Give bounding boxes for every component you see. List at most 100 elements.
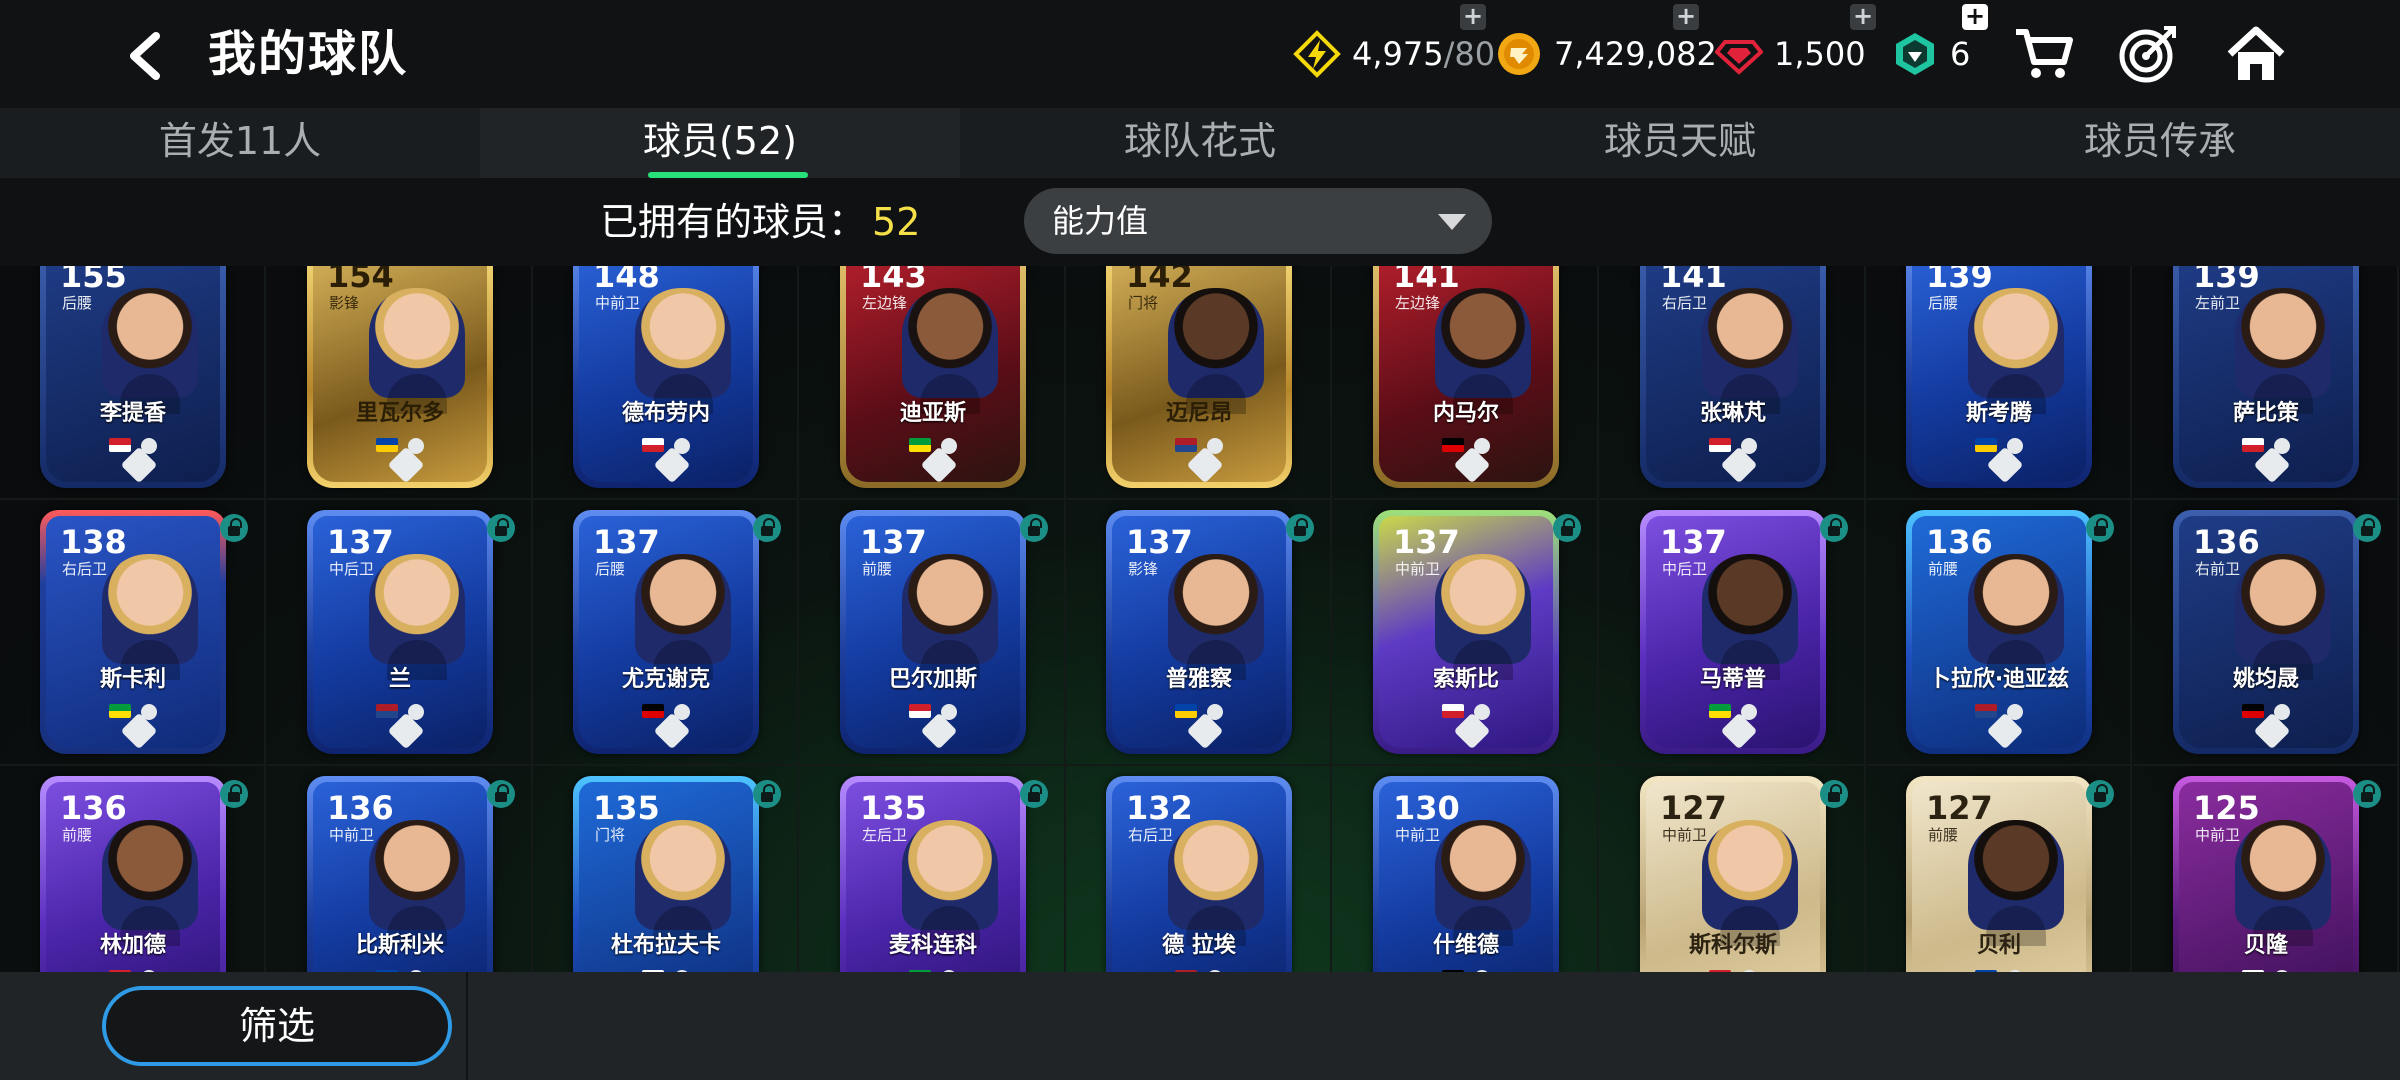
player-card[interactable]: 132 右后卫德 拉埃 <box>1106 776 1292 972</box>
player-card[interactable]: 142 门将 迈尼昂 <box>1106 266 1292 488</box>
player-card-cell[interactable]: 136 右前卫 姚均晟 <box>2133 500 2399 766</box>
nation-flag-icon <box>1442 438 1464 452</box>
player-card-cell[interactable]: 139 左前卫 萨比策 <box>2133 266 2399 500</box>
player-card-cell[interactable]: 130 中前卫 什维德 <box>1333 766 1599 972</box>
player-card-cell[interactable]: 155 后腰 李提香 <box>0 266 266 500</box>
player-card[interactable]: 139 后腰 斯考腾 <box>1906 266 2092 488</box>
player-rating: 143 <box>860 266 927 295</box>
add-tokens-button[interactable]: + <box>1962 4 1988 30</box>
player-rating: 137 <box>1126 523 1193 561</box>
nation-flag-icon <box>1709 704 1731 718</box>
player-card[interactable]: 136 右前卫 姚均晟 <box>2173 510 2359 754</box>
player-card[interactable]: 139 左前卫 萨比策 <box>2173 266 2359 488</box>
player-card[interactable]: 127 中前卫 斯科尔斯 <box>1640 776 1826 972</box>
nation-flag-icon <box>1442 704 1464 718</box>
player-card-cell[interactable]: 136 中前卫 比斯利米 <box>267 766 533 972</box>
player-card-cell[interactable]: 143 左边锋 迪亚斯 <box>800 266 1066 500</box>
lock-icon <box>220 514 248 542</box>
page-title: 我的球队 <box>208 26 409 82</box>
player-rating: 141 <box>1393 266 1460 295</box>
player-card[interactable]: 137 后腰 尤克谢克 <box>573 510 759 754</box>
player-card-cell[interactable]: 137 中后卫 马蒂普 <box>1600 500 1866 766</box>
card-background: 137 中后卫 马蒂普 <box>1646 516 1820 750</box>
player-card-cell[interactable]: 136 前腰 林加德 <box>0 766 266 972</box>
player-rating: 130 <box>1393 789 1460 827</box>
player-card-cell[interactable]: 137 中前卫 索斯比 <box>1333 500 1599 766</box>
player-name: 德布劳内 <box>621 401 710 426</box>
tab-team-tricks[interactable]: 球队花式 <box>960 108 1440 178</box>
tab-players[interactable]: 球员(52) <box>480 108 960 178</box>
tab-player-talents[interactable]: 球员天赋 <box>1440 108 1920 178</box>
player-position: 后腰 <box>1928 294 1959 312</box>
sort-dropdown[interactable]: 能力值 <box>1024 188 1492 254</box>
player-card-cell[interactable]: 137 中后卫兰 <box>267 500 533 766</box>
player-card[interactable]: 130 中前卫 什维德 <box>1373 776 1559 972</box>
player-card[interactable]: 137 中后卫 马蒂普 <box>1640 510 1826 754</box>
player-card[interactable]: 138 右后卫 斯卡利 <box>40 510 226 754</box>
player-card-cell[interactable]: 132 右后卫德 拉埃 <box>1066 766 1332 972</box>
player-position: 右前卫 <box>2195 560 2241 578</box>
filter-button[interactable]: 筛选 <box>102 986 452 1066</box>
player-card-cell[interactable]: 142 门将 迈尼昂 <box>1066 266 1332 500</box>
player-card-cell[interactable]: 135 门将 杜布拉夫卡 <box>533 766 799 972</box>
player-position: 前腰 <box>862 560 893 578</box>
player-rating: 137 <box>860 523 927 561</box>
home-button[interactable] <box>2224 22 2288 86</box>
coins-currency[interactable]: 7,429,082 <box>1494 24 1717 84</box>
player-card-cell[interactable]: 141 左边锋 内马尔 <box>1333 266 1599 500</box>
add-gems-button[interactable]: + <box>1850 4 1876 30</box>
player-card[interactable]: 143 左边锋 迪亚斯 <box>840 266 1026 488</box>
card-background: 135 门将 杜布拉夫卡 <box>579 782 753 972</box>
tab-starting-eleven[interactable]: 首发11人 <box>0 108 480 178</box>
player-card-cell[interactable]: 137 影锋 普雅察 <box>1066 500 1332 766</box>
player-card[interactable]: 141 右后卫 张琳芃 <box>1640 266 1826 488</box>
player-card-cell[interactable]: 141 右后卫 张琳芃 <box>1600 266 1866 500</box>
player-card-cell[interactable]: 135 左后卫 麦科连科 <box>800 766 1066 972</box>
back-button[interactable] <box>118 28 174 84</box>
player-card[interactable]: 137 前腰 巴尔加斯 <box>840 510 1026 754</box>
player-card[interactable]: 125 中前卫 贝隆 <box>2173 776 2359 972</box>
player-name: 斯卡利 <box>99 667 166 692</box>
tab-bar: 首发11人 球员(52) 球队花式 球员天赋 球员传承 <box>0 108 2400 178</box>
player-card[interactable]: 135 左后卫 麦科连科 <box>840 776 1026 972</box>
player-card-cell[interactable]: 127 中前卫 斯科尔斯 <box>1600 766 1866 972</box>
tab-player-legacy[interactable]: 球员传承 <box>1920 108 2400 178</box>
player-card[interactable]: 137 中前卫 索斯比 <box>1373 510 1559 754</box>
lock-icon <box>1020 514 1048 542</box>
energy-currency[interactable]: 4,975/80 <box>1292 24 1495 84</box>
tokens-currency[interactable]: 6 <box>1890 24 1970 84</box>
player-card-cell[interactable]: 125 中前卫 贝隆 <box>2133 766 2399 972</box>
player-card[interactable]: 154 影锋 里瓦尔多 <box>307 266 493 488</box>
shop-button[interactable] <box>2012 22 2076 86</box>
player-card[interactable]: 137 影锋 普雅察 <box>1106 510 1292 754</box>
add-energy-button[interactable]: + <box>1460 4 1486 30</box>
bottom-bar: 筛选 <box>0 972 2400 1080</box>
player-card-cell[interactable]: 136 前腰 卜拉欣·迪亚兹 <box>1866 500 2132 766</box>
player-card-cell[interactable]: 154 影锋 里瓦尔多 <box>267 266 533 500</box>
player-card-cell[interactable]: 137 后腰 尤克谢克 <box>533 500 799 766</box>
player-card-cell[interactable]: 139 后腰 斯考腾 <box>1866 266 2132 500</box>
player-card[interactable]: 155 后腰 李提香 <box>40 266 226 488</box>
player-card[interactable]: 148 中前卫 德布劳内 <box>573 266 759 488</box>
player-portrait <box>1168 288 1264 414</box>
player-portrait <box>1702 554 1798 680</box>
gems-currency[interactable]: 1,500 <box>1714 24 1866 84</box>
player-card[interactable]: 136 前腰 林加德 <box>40 776 226 972</box>
player-card[interactable]: 137 中后卫兰 <box>307 510 493 754</box>
player-card-cell[interactable]: 138 右后卫 斯卡利 <box>0 500 266 766</box>
player-card[interactable]: 136 中前卫 比斯利米 <box>307 776 493 972</box>
player-card[interactable]: 135 门将 杜布拉夫卡 <box>573 776 759 972</box>
energy-value: 4,975/80 <box>1352 35 1496 73</box>
card-background: 136 右前卫 姚均晟 <box>2179 516 2353 750</box>
player-rating: 141 <box>1660 266 1727 295</box>
player-card[interactable]: 141 左边锋 内马尔 <box>1373 266 1559 488</box>
add-coins-button[interactable]: + <box>1673 4 1699 30</box>
coin-icon <box>1494 29 1544 79</box>
player-card-cell[interactable]: 148 中前卫 德布劳内 <box>533 266 799 500</box>
player-name: 什维德 <box>1432 933 1499 958</box>
objectives-button[interactable] <box>2116 22 2180 86</box>
player-card-cell[interactable]: 137 前腰 巴尔加斯 <box>800 500 1066 766</box>
player-card[interactable]: 136 前腰 卜拉欣·迪亚兹 <box>1906 510 2092 754</box>
player-card-cell[interactable]: 127 前腰 贝利 <box>1866 766 2132 972</box>
player-card[interactable]: 127 前腰 贝利 <box>1906 776 2092 972</box>
